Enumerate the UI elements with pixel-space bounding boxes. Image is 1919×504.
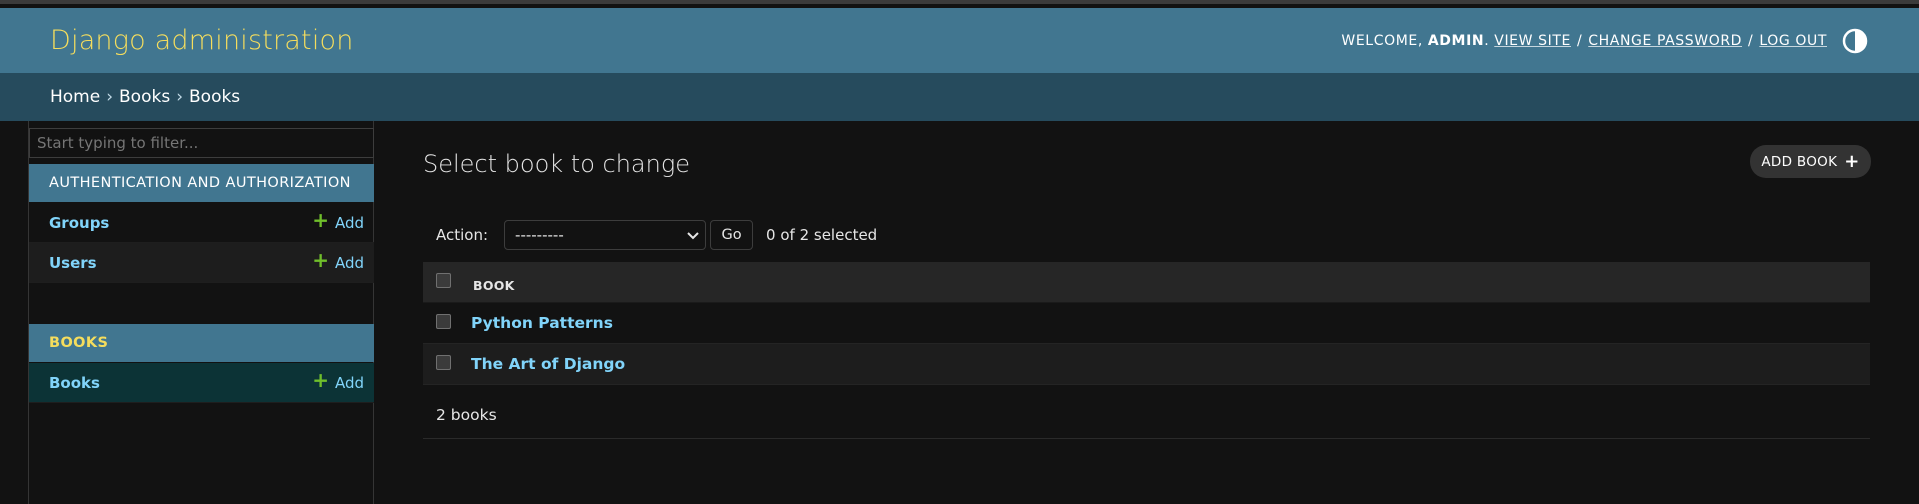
select-all-checkbox[interactable] — [436, 272, 451, 288]
welcome-text: Welcome, — [1341, 32, 1423, 49]
breadcrumb-separator: › — [106, 87, 114, 107]
breadcrumb-separator: › — [176, 87, 183, 107]
column-header-book[interactable]: Book — [473, 278, 515, 293]
action-select-value: --------- — [515, 226, 564, 244]
theme-toggle-icon[interactable] — [1841, 27, 1869, 55]
add-label: Add — [334, 253, 364, 272]
row-checkbox[interactable] — [436, 354, 451, 370]
table-header-row: Book — [423, 262, 1870, 303]
actions-bar: Action: --------- Go 0 of 2 selected — [423, 218, 1870, 252]
breadcrumb-home[interactable]: Home — [50, 87, 100, 107]
plus-icon: + — [312, 367, 329, 392]
view-site-link[interactable]: View site — [1494, 33, 1571, 49]
action-select[interactable]: --------- — [504, 220, 707, 250]
change-password-link[interactable]: Change password — [1588, 33, 1742, 49]
log-out-link[interactable]: Log out — [1759, 33, 1827, 49]
result-list-table: Book Python Patterns The Art of Django — [423, 262, 1870, 385]
action-label: Action: — [436, 226, 489, 244]
selection-counter: 0 of 2 selected — [766, 226, 878, 244]
go-button[interactable]: Go — [710, 220, 754, 250]
breadcrumb-current: Books — [189, 87, 241, 107]
breadcrumb-app[interactable]: Books — [119, 87, 170, 107]
add-book-label: Add book — [1761, 153, 1838, 170]
site-name[interactable]: Django administration — [50, 25, 354, 56]
sidebar-item-books: Books + Add — [29, 363, 374, 403]
period: . — [1484, 32, 1490, 49]
separator: / — [1748, 32, 1754, 49]
add-label: Add — [334, 213, 364, 232]
nav-sidebar: Authentication and Authorization Groups … — [28, 121, 374, 504]
module-caption-auth[interactable]: Authentication and Authorization — [29, 164, 374, 202]
sidebar-item-groups: Groups + Add — [29, 203, 374, 243]
breadcrumb: Home › Books › Books — [0, 73, 1919, 121]
table-row: The Art of Django — [423, 344, 1870, 385]
add-groups-link[interactable]: + Add — [312, 207, 364, 233]
separator: / — [1576, 32, 1583, 49]
module-caption-books[interactable]: Books — [29, 324, 374, 362]
add-books-link[interactable]: + Add — [312, 367, 364, 393]
table-row: Python Patterns — [423, 303, 1870, 344]
sidebar-item-users: Users + Add — [29, 243, 374, 283]
add-users-link[interactable]: + Add — [312, 247, 364, 273]
row-checkbox[interactable] — [436, 313, 451, 329]
add-book-button[interactable]: Add book + — [1750, 145, 1871, 178]
plus-icon: + — [312, 247, 329, 272]
nav-filter-input[interactable] — [29, 128, 374, 158]
plus-icon: + — [1844, 150, 1860, 172]
user-tools: Welcome, admin. View site / Change passw… — [1341, 27, 1869, 55]
book-link[interactable]: The Art of Django — [471, 355, 625, 373]
groups-link[interactable]: Groups — [49, 214, 109, 232]
add-label: Add — [334, 373, 364, 392]
plus-icon: + — [312, 207, 329, 232]
book-link[interactable]: Python Patterns — [471, 314, 613, 332]
chevron-down-icon — [687, 226, 699, 244]
header: Django administration Welcome, admin. Vi… — [0, 8, 1919, 73]
books-link[interactable]: Books — [49, 374, 100, 392]
paginator: 2 books — [423, 392, 1870, 439]
page-title: Select book to change — [423, 150, 691, 178]
username: admin — [1427, 32, 1485, 49]
users-link[interactable]: Users — [49, 254, 97, 272]
